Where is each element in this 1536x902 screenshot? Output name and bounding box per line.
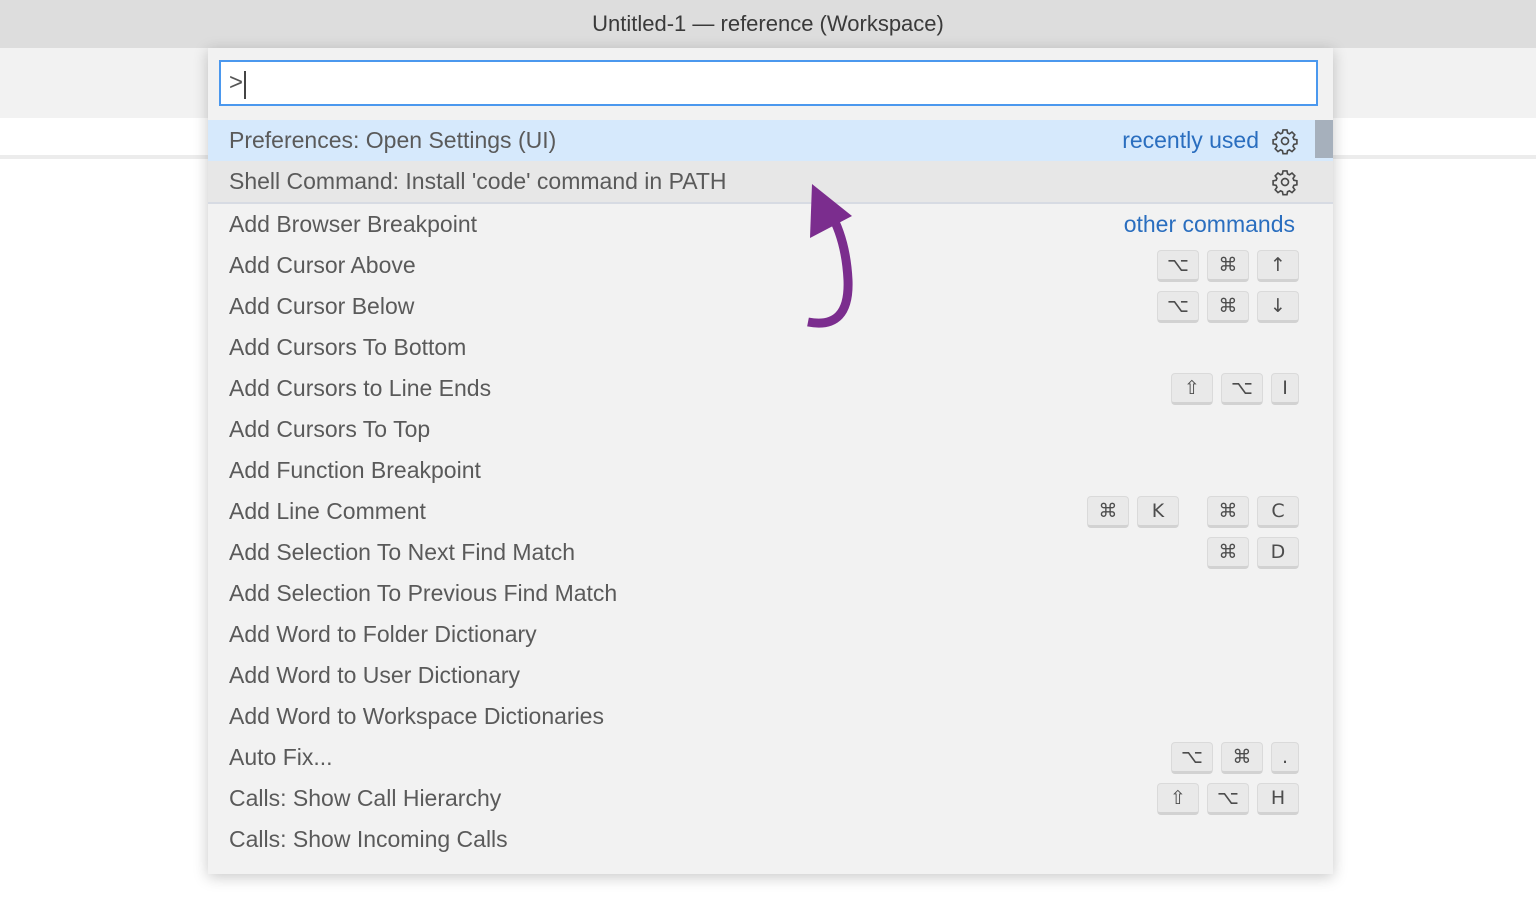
- command-label: Add Word to Folder Dictionary: [229, 621, 537, 647]
- keycap: ⇧: [1157, 782, 1199, 815]
- window-titlebar: Untitled-1 — reference (Workspace): [0, 0, 1536, 48]
- command-meta: other commands: [1124, 211, 1299, 238]
- command-label: Add Word to User Dictionary: [229, 662, 521, 688]
- keycap: ⌥: [1171, 741, 1213, 774]
- command-item[interactable]: Add Cursors To Top: [208, 409, 1333, 450]
- keycap: ⌘: [1221, 741, 1263, 774]
- command-palette: Preferences: Open Settings (UI) recently …: [208, 48, 1333, 874]
- keycap: ⌥: [1221, 372, 1263, 405]
- keycap: ⌘: [1207, 536, 1249, 569]
- command-item[interactable]: Add Cursors To Bottom: [208, 327, 1333, 368]
- keycap: H: [1257, 782, 1299, 815]
- command-meta: recently used: [1122, 127, 1299, 155]
- keybinding: ⌘ D: [1207, 536, 1299, 569]
- command-meta: ⌘ K ⌘ C: [1087, 495, 1299, 528]
- gear-icon[interactable]: [1271, 127, 1299, 155]
- command-label: Shell Command: Install 'code' command in…: [229, 168, 727, 194]
- command-item[interactable]: Add Line Comment ⌘ K ⌘ C: [208, 491, 1333, 532]
- keycap: ↓: [1257, 290, 1299, 323]
- keybinding: ⌘ K ⌘ C: [1087, 495, 1299, 528]
- command-label: Add Selection To Previous Find Match: [229, 580, 618, 606]
- command-label: Add Function Breakpoint: [229, 457, 481, 483]
- command-item[interactable]: Calls: Show Call Hierarchy ⇧ ⌥ H: [208, 778, 1333, 819]
- command-meta: ⌥ ⌘.: [1171, 741, 1299, 774]
- command-list: Preferences: Open Settings (UI) recently …: [208, 120, 1333, 860]
- command-label: Add Line Comment: [229, 498, 426, 524]
- keycap: .: [1271, 741, 1299, 774]
- command-item[interactable]: Preferences: Open Settings (UI) recently …: [208, 120, 1333, 161]
- command-item[interactable]: Add Cursor Above ⌥ ⌘ ↑: [208, 245, 1333, 286]
- command-item[interactable]: Add Word to Workspace Dictionaries: [208, 696, 1333, 737]
- command-label: Calls: Show Incoming Calls: [229, 826, 508, 852]
- command-input[interactable]: [221, 62, 1316, 104]
- command-label: Add Browser Breakpoint: [229, 211, 478, 237]
- command-label: Add Word to Workspace Dictionaries: [229, 703, 604, 729]
- command-item[interactable]: Add Selection To Previous Find Match: [208, 573, 1333, 614]
- command-meta: [1271, 168, 1299, 196]
- command-meta: ⇧ ⌥ H: [1157, 782, 1299, 815]
- command-item[interactable]: Auto Fix... ⌥ ⌘.: [208, 737, 1333, 778]
- command-label: Add Cursors to Line Ends: [229, 375, 492, 401]
- command-meta: ⇧ ⌥ I: [1171, 372, 1299, 405]
- keycap: K: [1137, 495, 1179, 528]
- keybinding: ⇧ ⌥ H: [1157, 782, 1299, 815]
- annotation-arrow-icon: [807, 184, 853, 328]
- keycap: ⌘: [1207, 249, 1249, 282]
- keycap: ⌘: [1087, 495, 1129, 528]
- command-meta: ⌘ D: [1207, 536, 1299, 569]
- command-item[interactable]: Add Word to User Dictionary: [208, 655, 1333, 696]
- keycap: ⌘: [1207, 495, 1249, 528]
- keybinding: ⌥ ⌘ ↓: [1157, 290, 1299, 323]
- command-label: Preferences: Open Settings (UI): [229, 127, 557, 153]
- command-label: Add Cursors To Bottom: [229, 334, 467, 360]
- group-label: recently used: [1122, 127, 1259, 153]
- command-item[interactable]: Add Cursor Below ⌥ ⌘ ↓: [208, 286, 1333, 327]
- command-label: Add Cursor Above: [229, 252, 416, 278]
- window-title: Untitled-1 — reference (Workspace): [592, 11, 944, 36]
- keycap: ⇧: [1171, 372, 1213, 405]
- gear-icon[interactable]: [1271, 168, 1299, 196]
- command-label: Add Cursors To Top: [229, 416, 431, 442]
- command-item[interactable]: Add Function Breakpoint: [208, 450, 1333, 491]
- group-label: other commands: [1123, 211, 1295, 237]
- scrollbar-thumb[interactable]: [1315, 120, 1333, 158]
- keybinding: ⌥ ⌘ ↑: [1157, 249, 1299, 282]
- command-item[interactable]: Add Browser Breakpoint other commands: [208, 204, 1333, 245]
- command-label: Add Selection To Next Find Match: [229, 539, 576, 565]
- command-item[interactable]: Add Word to Folder Dictionary: [208, 614, 1333, 655]
- keycap: ⌘: [1207, 290, 1249, 323]
- keybinding: ⌥ ⌘.: [1171, 741, 1299, 774]
- keycap: ⌥: [1157, 249, 1199, 282]
- command-item[interactable]: Shell Command: Install 'code' command in…: [208, 161, 1333, 204]
- command-meta: ⌥ ⌘ ↓: [1157, 290, 1299, 323]
- keycap: ⌥: [1157, 290, 1199, 323]
- keybinding: ⇧ ⌥ I: [1171, 372, 1299, 405]
- keycap: ↑: [1257, 249, 1299, 282]
- keycap: I: [1271, 372, 1299, 405]
- command-palette-input-box[interactable]: [219, 60, 1318, 106]
- command-label: Auto Fix...: [229, 744, 333, 770]
- text-caret: [244, 71, 246, 99]
- keycap: ⌥: [1207, 782, 1249, 815]
- keycap: D: [1257, 536, 1299, 569]
- command-item[interactable]: Add Selection To Next Find Match ⌘ D: [208, 532, 1333, 573]
- keycap: C: [1257, 495, 1299, 528]
- command-item[interactable]: Add Cursors to Line Ends ⇧ ⌥ I: [208, 368, 1333, 409]
- command-label: Add Cursor Below: [229, 293, 415, 319]
- annotation-arrow-head: [810, 184, 852, 238]
- command-label: Calls: Show Call Hierarchy: [229, 785, 502, 811]
- command-meta: ⌥ ⌘ ↑: [1157, 249, 1299, 282]
- command-item[interactable]: Calls: Show Incoming Calls: [208, 819, 1333, 860]
